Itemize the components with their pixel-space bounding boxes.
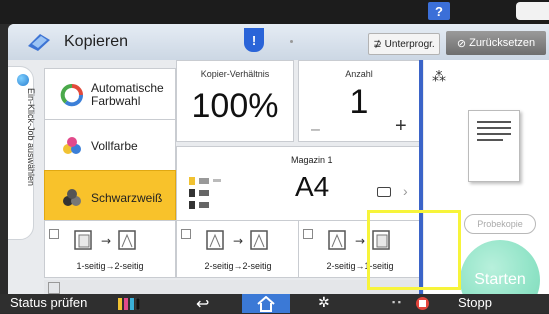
reset-label: Zurücksetzen xyxy=(469,37,536,49)
duplex-2-to-2-label: 2-seitig→2-seitig xyxy=(204,261,272,271)
svg-text:→: → xyxy=(101,234,111,248)
auto-color-icon xyxy=(59,82,85,108)
copy-app-panel: Kopieren ! ⊉ Unterprogr. ⊘ Zurücksetzen … xyxy=(8,24,549,294)
preview-menu-icon[interactable]: ⁂ xyxy=(432,68,446,85)
checkbox-icon xyxy=(49,229,59,239)
duplex-1-to-2-button[interactable]: → 1-seitig→2-seitig xyxy=(44,220,176,278)
interrupt-button[interactable]: ⊉ Unterprogr. xyxy=(368,33,440,55)
duplex-1-to-2-label: 1-seitig→2-seitig xyxy=(76,261,144,271)
paper-orientation-icon xyxy=(377,187,391,197)
color-mode-auto-button[interactable]: Automatische Farbwahl xyxy=(44,68,176,122)
system-status-strip xyxy=(0,0,549,24)
home-icon xyxy=(257,295,275,312)
page-title: Kopieren xyxy=(64,33,129,50)
copy-count-label: Anzahl xyxy=(345,69,373,79)
start-button[interactable]: Starten xyxy=(460,240,540,294)
help-button[interactable]: ? xyxy=(428,2,450,20)
paper-size-value: A4 xyxy=(295,171,330,202)
checkbox-icon xyxy=(303,229,313,239)
highlight-box xyxy=(367,210,461,290)
color-mode-auto-label: Automatische Farbwahl xyxy=(91,81,164,108)
copy-ratio-button[interactable]: Kopier-Verhältnis 100% xyxy=(176,60,294,142)
document-preview xyxy=(468,110,520,182)
home-button[interactable] xyxy=(242,294,290,313)
paper-tray-icon xyxy=(189,177,221,209)
full-color-icon xyxy=(59,133,85,159)
checkbox-icon xyxy=(181,229,191,239)
interrupt-label: Unterprogr. xyxy=(384,38,435,50)
paper-tray-label: Magazin 1 xyxy=(291,155,333,165)
stop-button[interactable]: Stopp xyxy=(458,295,492,310)
two-to-two-sided-icon: → xyxy=(206,230,268,250)
chevron-right-icon: › xyxy=(403,183,408,199)
one-click-job-icon xyxy=(17,74,29,86)
status-check-button[interactable]: Status prüfen xyxy=(10,295,87,310)
settings-button[interactable]: ✲ xyxy=(318,294,330,311)
svg-text:→: → xyxy=(233,234,243,248)
copy-ratio-label: Kopier-Verhältnis xyxy=(200,69,270,79)
black-white-icon xyxy=(59,185,85,211)
info-badge[interactable]: ! xyxy=(244,28,264,52)
back-button[interactable]: ↩ xyxy=(196,294,209,314)
color-mode-bw-button[interactable]: Schwarzweiß xyxy=(44,170,176,226)
reset-button[interactable]: ⊘ Zurücksetzen xyxy=(446,31,546,55)
copy-icon xyxy=(28,34,50,51)
color-mode-bw-label: Schwarzweiß xyxy=(91,190,163,205)
color-mode-full-button[interactable]: Vollfarbe xyxy=(44,119,176,173)
one-click-job-label: Ein-Klick-Job auswählen xyxy=(26,88,36,187)
more-option-checkbox[interactable] xyxy=(48,282,60,294)
bottom-bar: Status prüfen ↩ ✲ ▪ ▪ Stopp xyxy=(0,294,549,313)
system-corner-button[interactable] xyxy=(516,2,549,20)
header-dot xyxy=(290,40,293,43)
stop-icon xyxy=(416,297,429,310)
count-decrement-button[interactable]: – xyxy=(311,121,320,139)
interrupt-icon: ⊉ xyxy=(373,38,382,50)
one-to-two-sided-icon: → xyxy=(74,230,136,250)
copy-count-field[interactable]: Anzahl 1 – + xyxy=(298,60,420,142)
svg-text:→: → xyxy=(355,234,365,248)
count-increment-button[interactable]: + xyxy=(395,115,407,138)
color-mode-full-label: Vollfarbe xyxy=(91,138,138,153)
toner-level-icon xyxy=(118,298,140,310)
copy-ratio-value: 100% xyxy=(191,87,279,125)
more-options-row xyxy=(44,280,420,294)
reset-icon: ⊘ xyxy=(456,37,467,50)
proof-copy-button[interactable]: Probekopie xyxy=(464,214,536,234)
duplex-2-to-2-button[interactable]: → 2-seitig→2-seitig xyxy=(176,220,300,278)
status-indicator-icon: ▪ ▪ xyxy=(392,297,401,307)
